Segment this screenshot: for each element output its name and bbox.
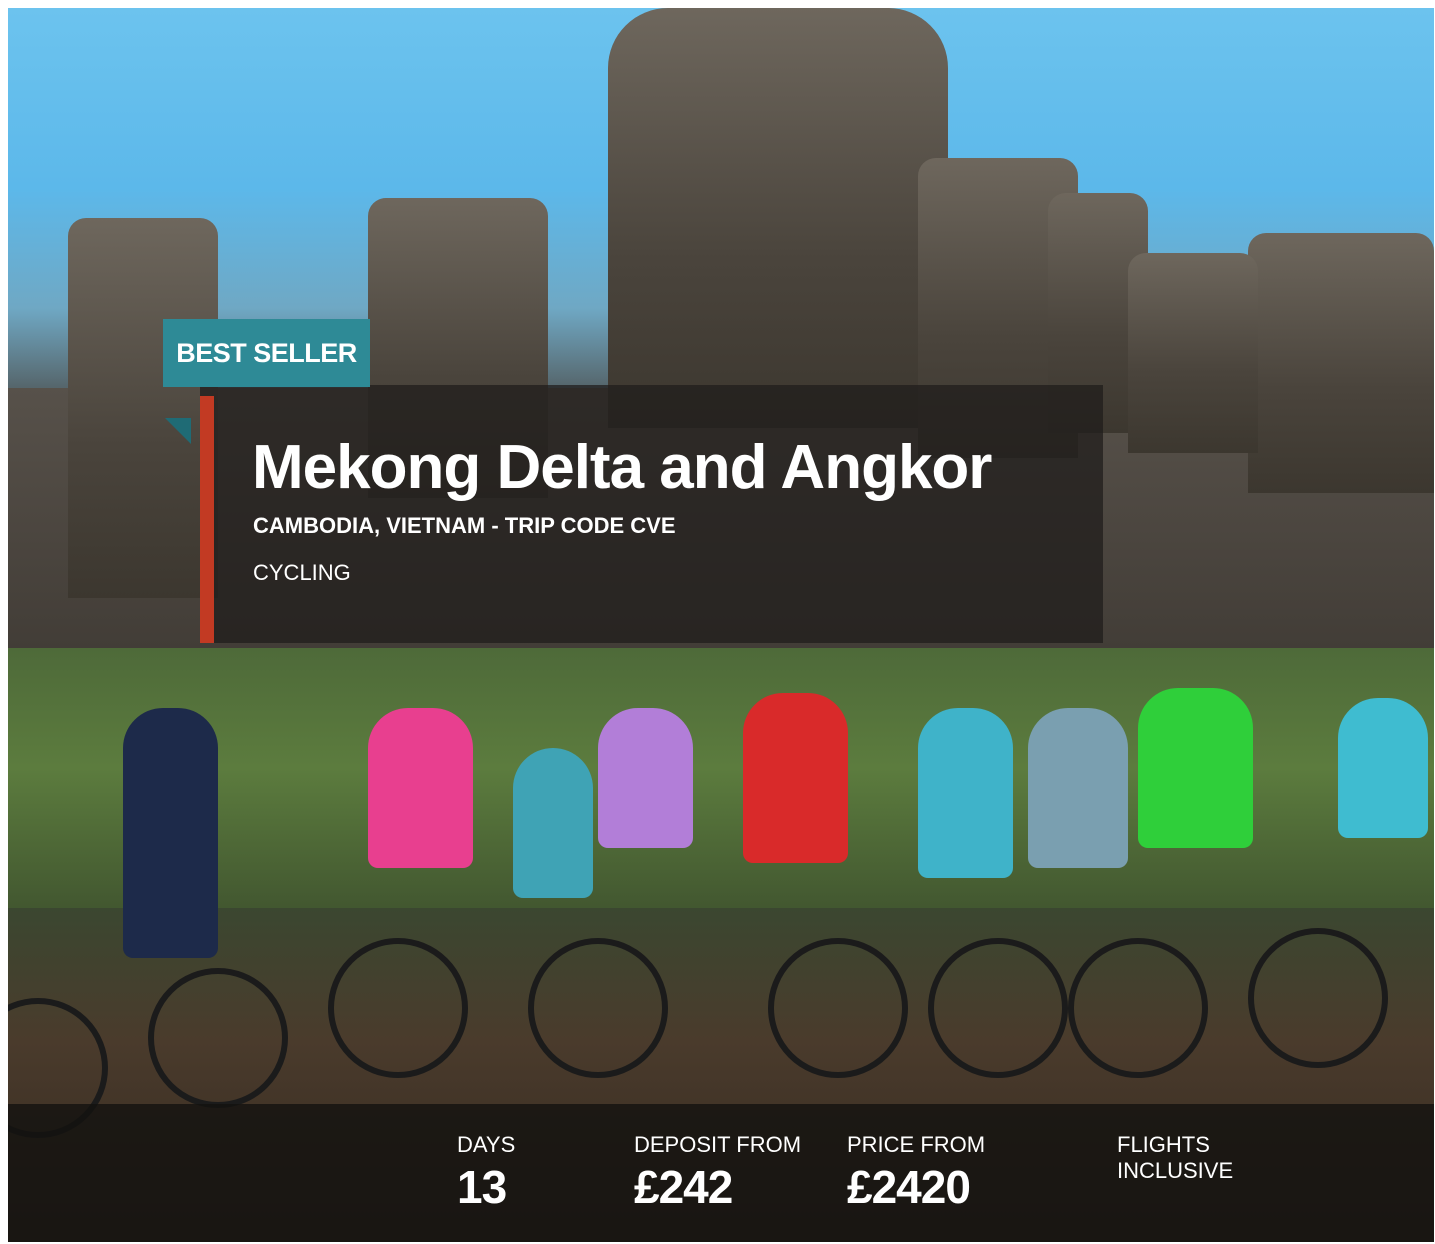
stat-flights: FLIGHTS INCLUSIVE (1117, 1132, 1233, 1184)
bike-wheel (928, 938, 1068, 1078)
trip-location-code: CAMBODIA, VIETNAM - TRIP CODE CVE (253, 513, 676, 538)
cyclist (1028, 708, 1128, 868)
temple-tower (68, 218, 218, 598)
temple-tower (1248, 233, 1434, 493)
bike-wheel (768, 938, 908, 1078)
cyclist (598, 708, 693, 848)
bike-wheel (1068, 938, 1208, 1078)
stat-flights-line2: INCLUSIVE (1117, 1158, 1234, 1183)
bike-wheel (328, 938, 468, 1078)
bike-wheel (528, 938, 668, 1078)
temple-tower (1128, 253, 1258, 453)
trip-stats-bar: DAYS 13 DEPOSIT FROM £242 PRICE FROM £24… (8, 1104, 1434, 1242)
trip-title[interactable]: Mekong Delta and Angkor (252, 432, 992, 503)
trip-card[interactable]: Mekong Delta and Angkor CAMBODIA, VIETNA… (8, 8, 1434, 1242)
stat-deposit-value: £242 (634, 1161, 733, 1213)
temple-tower (608, 8, 948, 428)
trip-activity: CYCLING (253, 560, 351, 585)
bike-wheel (1248, 928, 1388, 1068)
stat-days-label: DAYS (457, 1132, 516, 1157)
badge-fold (165, 418, 191, 444)
cyclist (368, 708, 473, 868)
best-seller-badge: BEST SELLER (163, 319, 370, 387)
cyclist (743, 693, 848, 863)
cyclist (513, 748, 593, 898)
stat-days-value: 13 (457, 1161, 507, 1213)
accent-bar (200, 396, 214, 643)
stat-flights-line1: FLIGHTS (1117, 1132, 1210, 1157)
stat-days: DAYS 13 (457, 1132, 515, 1214)
bike-wheel (148, 968, 288, 1108)
cyclist (1338, 698, 1428, 838)
stat-deposit-label: DEPOSIT FROM (634, 1132, 802, 1157)
cyclist (123, 708, 218, 958)
stat-price-label: PRICE FROM (847, 1132, 986, 1157)
cyclist (1138, 688, 1253, 848)
stat-price-value: £2420 (847, 1161, 971, 1213)
cyclist (918, 708, 1013, 878)
stat-deposit: DEPOSIT FROM £242 (634, 1132, 801, 1214)
stat-price: PRICE FROM £2420 (847, 1132, 985, 1214)
